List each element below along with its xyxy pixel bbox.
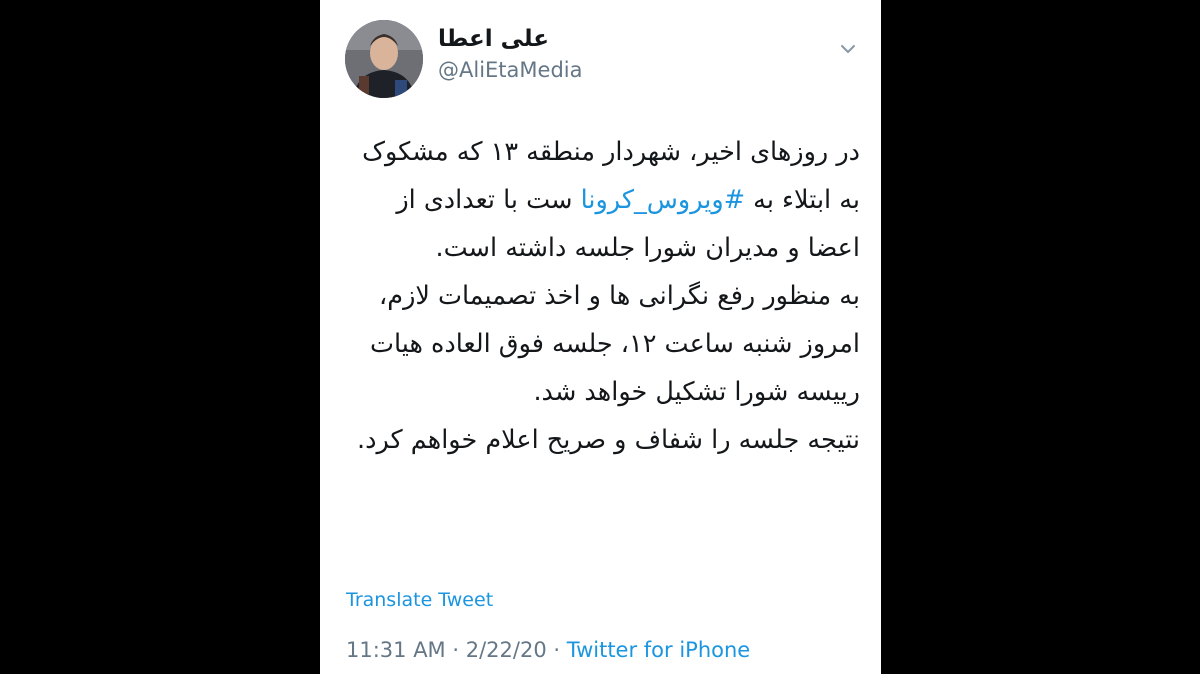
chevron-down-icon[interactable] (839, 40, 857, 58)
tweet-date[interactable]: 2/22/20 (466, 638, 547, 662)
display-name[interactable]: علی اعطا (438, 26, 549, 52)
meta-separator: · (546, 638, 567, 662)
tweet-source-link[interactable]: Twitter for iPhone (567, 638, 751, 662)
avatar[interactable] (345, 20, 423, 98)
avatar-image (345, 20, 423, 98)
tweet-card: علی اعطا @AliEtaMedia در روزهای اخیر، شه… (320, 0, 881, 674)
translate-tweet-link[interactable]: Translate Tweet (346, 589, 493, 611)
tweet-text: در روزهای اخیر، شهردار منطقه ۱۳ که مشکوک… (340, 128, 860, 464)
tweet-time[interactable]: 11:31 AM (346, 638, 446, 662)
tweet-text-after: ست با تعدادی از اعضا و مدیران شورا جلسه … (357, 185, 860, 455)
tweet-metadata: 11:31 AM · 2/22/20 · Twitter for iPhone (346, 638, 750, 662)
hashtag-link[interactable]: #ویروس_کرونا (581, 185, 745, 215)
user-handle[interactable]: @AliEtaMedia (438, 58, 582, 82)
meta-separator: · (445, 638, 466, 662)
